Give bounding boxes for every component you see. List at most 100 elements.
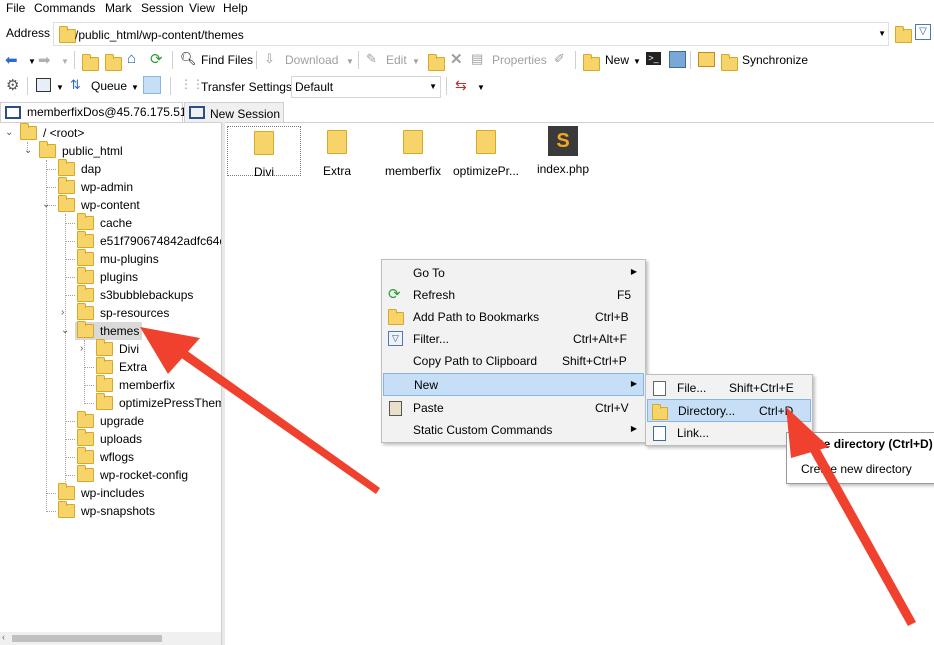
back-arrow-icon[interactable]: ⬅ — [5, 51, 18, 69]
chevron-down-icon[interactable]: ▼ — [633, 57, 641, 66]
chevron-down-icon[interactable]: ⌄ — [42, 199, 50, 210]
tree-item-wp-snapshots[interactable]: wp-snapshots — [58, 501, 155, 520]
move-icon[interactable] — [428, 54, 445, 71]
menu-item-new[interactable]: New ▶ — [383, 373, 644, 396]
menu-item-go-to[interactable]: Go To ▶ — [384, 262, 643, 284]
tree-item-sp-resources[interactable]: sp-resources — [77, 303, 169, 322]
chevron-down-icon[interactable]: ⌄ — [61, 325, 69, 336]
transfer-mode-icon[interactable]: ⇆ — [455, 77, 467, 94]
menu-item-static-custom-commands[interactable]: Static Custom Commands ▶ — [384, 419, 643, 441]
properties-icon[interactable]: ▤ — [471, 51, 483, 67]
tree-item-wp-content[interactable]: wp-content — [58, 195, 140, 214]
tree-item-mu-plugins[interactable]: mu-plugins — [77, 249, 159, 268]
putty-icon[interactable] — [669, 51, 686, 68]
delete-icon[interactable]: ✕ — [450, 50, 463, 68]
refresh-icon[interactable]: ⟳ — [150, 50, 163, 68]
parent-directory-icon[interactable] — [82, 54, 99, 71]
chevron-down-icon[interactable]: ▼ — [61, 57, 69, 66]
queue-button[interactable]: Queue — [91, 79, 127, 93]
menu-view[interactable]: View — [189, 1, 215, 15]
edit-icon[interactable]: ✎ — [366, 51, 377, 67]
filter-icon[interactable]: ▽ — [915, 24, 931, 40]
tree-horizontal-scrollbar[interactable]: ‹ — [0, 632, 221, 645]
menu-session[interactable]: Session — [141, 1, 184, 15]
file-item-memberfix[interactable]: memberfix — [376, 126, 450, 178]
chevron-down-icon[interactable]: ▼ — [477, 83, 485, 92]
tree-item-extra[interactable]: Extra — [96, 357, 147, 376]
menu-mark[interactable]: Mark — [105, 1, 132, 15]
menu-help[interactable]: Help — [223, 1, 248, 15]
tree-item-wp-admin[interactable]: wp-admin — [58, 177, 133, 196]
tree-item-wp-includes[interactable]: wp-includes — [58, 483, 144, 502]
chevron-down-icon[interactable]: ⌄ — [5, 127, 13, 138]
download-button[interactable]: Download — [285, 53, 338, 67]
chevron-down-icon[interactable]: ▼ — [878, 29, 886, 38]
tree-item-upgrade[interactable]: upgrade — [77, 411, 144, 430]
gear-icon[interactable]: ⚙ — [6, 76, 19, 94]
find-files-button[interactable]: Find Files — [201, 53, 253, 67]
chevron-down-icon[interactable]: ⌄ — [24, 145, 32, 156]
chevron-down-icon[interactable]: ▼ — [131, 83, 139, 92]
new-button[interactable]: New — [605, 53, 629, 67]
scrollbar-thumb[interactable] — [12, 635, 162, 642]
queue-icon[interactable]: ⇅ — [70, 77, 81, 93]
tree-item-uploads[interactable]: uploads — [77, 429, 142, 448]
file-item-divi[interactable]: Divi — [227, 126, 301, 179]
menu-item-new-file[interactable]: File... Shift+Ctrl+E — [648, 377, 810, 399]
chevron-down-icon[interactable]: ▼ — [28, 57, 36, 66]
home-icon[interactable]: ⌂ — [127, 50, 136, 67]
address-input[interactable]: /public_html/wp-content/themes ▼ — [53, 22, 889, 46]
menu-item-refresh[interactable]: ⟳ Refresh F5 — [384, 284, 643, 306]
menu-commands[interactable]: Commands — [34, 1, 95, 15]
file-item-index-php[interactable]: S index.php — [526, 126, 600, 176]
tree-item-wp-rocket-config[interactable]: wp-rocket-config — [77, 465, 188, 484]
download-icon[interactable]: ⇩ — [264, 51, 275, 67]
tree-item-hash-dir[interactable]: e51f790674842adfc64dc — [77, 231, 221, 250]
transfer-settings-select[interactable]: Default ▼ — [291, 76, 441, 98]
open-folder-icon[interactable] — [895, 26, 912, 43]
menu-file[interactable]: File — [6, 1, 25, 15]
chevron-right-icon[interactable]: › — [80, 343, 83, 354]
tree-item-cache[interactable]: cache — [77, 213, 132, 232]
tree-item-s3bubblebackups[interactable]: s3bubblebackups — [77, 285, 193, 304]
tree-item-memberfix[interactable]: memberfix — [96, 375, 175, 394]
menu-item-add-bookmark[interactable]: Add Path to Bookmarks Ctrl+B — [384, 306, 643, 328]
chevron-down-icon[interactable]: ▼ — [412, 57, 420, 66]
compare-icon[interactable] — [698, 52, 715, 67]
window-icon[interactable] — [36, 78, 51, 92]
chevron-down-icon[interactable]: ▼ — [346, 57, 354, 66]
tree-item-optimizepress[interactable]: optimizePressThem — [96, 393, 221, 412]
tree-item-divi[interactable]: Divi — [96, 339, 139, 358]
tree-item-root[interactable]: / <root> — [20, 123, 84, 142]
new-session-tab[interactable]: New Session — [184, 102, 284, 122]
tree-item-plugins[interactable]: plugins — [77, 267, 138, 286]
file-item-extra[interactable]: Extra — [300, 126, 374, 178]
chevron-down-icon[interactable]: ▼ — [56, 83, 64, 92]
tree-item-public-html[interactable]: public_html — [39, 141, 123, 160]
synchronize-button[interactable]: Synchronize — [742, 53, 808, 67]
chevron-right-icon[interactable]: › — [61, 307, 64, 318]
edit-button[interactable]: Edit — [386, 53, 407, 67]
tree-item-themes[interactable]: themes — [75, 321, 143, 340]
chevron-left-icon[interactable]: ‹ — [2, 632, 5, 642]
change-icon[interactable]: ✐ — [554, 51, 565, 67]
file-item-optimizepress[interactable]: optimizePr... — [449, 126, 523, 178]
folder-icon — [58, 501, 75, 518]
session-tab-current[interactable]: memberfixDos@45.76.175.51 — [0, 102, 187, 122]
menu-item-filter[interactable]: ▽ Filter... Ctrl+Alt+F — [384, 328, 643, 350]
new-icon[interactable] — [583, 54, 600, 71]
tree-toggle-icon[interactable] — [143, 76, 161, 94]
synchronize-icon[interactable] — [721, 54, 738, 71]
properties-button[interactable]: Properties — [492, 53, 547, 67]
root-directory-icon[interactable] — [105, 54, 122, 71]
find-files-icon[interactable]: 🔍︎ — [180, 51, 197, 67]
tree-item-wflogs[interactable]: wflogs — [77, 447, 134, 466]
tree-item-dap[interactable]: dap — [58, 159, 101, 178]
menu-item-copy-path[interactable]: Copy Path to Clipboard Shift+Ctrl+P — [384, 350, 643, 372]
folder-icon — [39, 141, 56, 158]
terminal-icon[interactable]: >_ — [646, 52, 661, 65]
directory-tree[interactable]: ⌄ / <root> ⌄ public_html dap wp-admin ⌄ … — [0, 122, 221, 632]
menu-item-paste[interactable]: Paste Ctrl+V — [384, 397, 643, 419]
menu-item-new-directory[interactable]: Directory... Ctrl+D — [647, 399, 811, 422]
forward-arrow-icon[interactable]: ➡ — [38, 51, 51, 69]
